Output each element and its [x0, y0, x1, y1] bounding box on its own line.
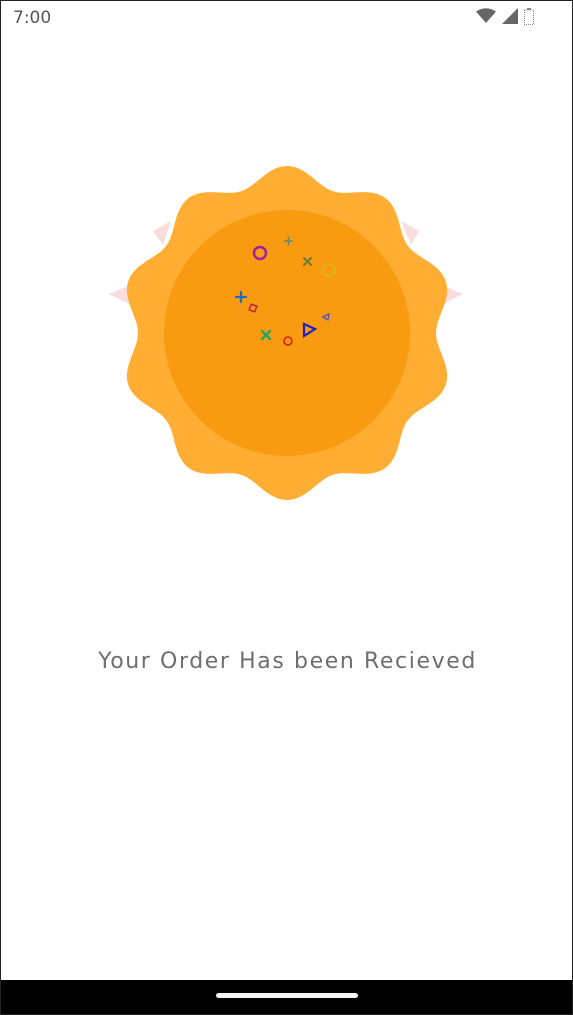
screen: 7:00 Your Order Has been Recieved [0, 0, 573, 1015]
wifi-icon [476, 8, 496, 28]
status-icons [476, 7, 534, 29]
home-gesture-handle[interactable] [216, 993, 358, 998]
ribbon-top-left [153, 221, 171, 245]
battery-icon [524, 7, 534, 29]
navigation-bar [1, 980, 572, 1014]
cellular-signal-icon [502, 8, 518, 28]
order-success-badge [101, 161, 473, 506]
badge-inner [164, 210, 410, 456]
status-time: 7:00 [13, 8, 52, 28]
status-bar: 7:00 [1, 1, 572, 37]
order-received-message: Your Order Has been Recieved [98, 649, 477, 674]
